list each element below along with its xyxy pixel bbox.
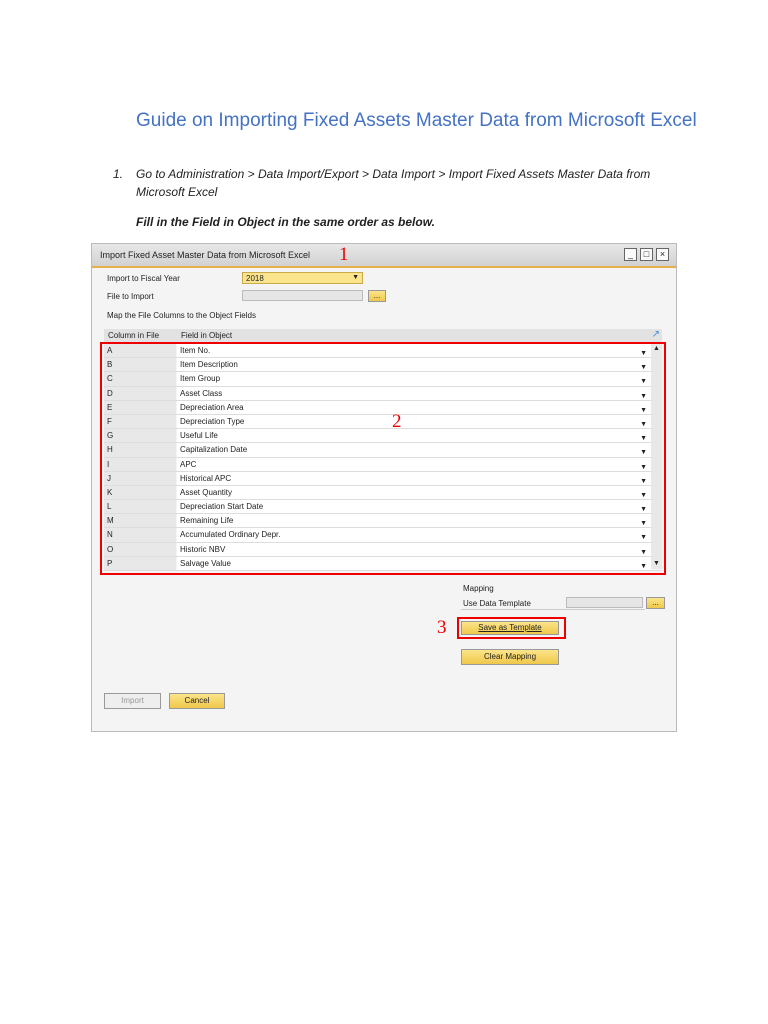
template-browse-button[interactable]: ... [646, 597, 665, 609]
field-header: Field in Object [181, 331, 233, 340]
browse-button[interactable]: ... [368, 290, 386, 302]
minimize-icon[interactable]: _ [624, 248, 637, 261]
cancel-button[interactable]: Cancel [169, 693, 225, 709]
instruction-note: Fill in the Field in Object in the same … [136, 215, 435, 229]
fiscal-year-select[interactable]: 2018 ▼ [242, 272, 363, 284]
import-window: Import Fixed Asset Master Data from Micr… [91, 243, 677, 732]
title-bar: Import Fixed Asset Master Data from Micr… [92, 244, 676, 268]
file-label: File to Import [107, 292, 154, 301]
step-number: 1. [113, 167, 124, 181]
clear-mapping-button[interactable]: Clear Mapping [461, 649, 559, 665]
expand-icon[interactable]: ↗ [652, 329, 660, 340]
file-input[interactable] [242, 290, 363, 301]
fiscal-year-label: Import to Fiscal Year [107, 274, 180, 283]
document-page: Guide on Importing Fixed Assets Master D… [0, 0, 768, 1024]
chevron-down-icon: ▼ [352, 274, 359, 281]
close-icon[interactable]: × [656, 248, 669, 261]
highlight-box-2 [100, 342, 666, 575]
window-title: Import Fixed Asset Master Data from Micr… [100, 250, 311, 260]
grid-header: Column in File Field in Object ↗ [104, 329, 662, 343]
import-button[interactable]: Import [104, 693, 161, 709]
map-label: Map the File Columns to the Object Field… [107, 311, 256, 320]
mapping-label: Mapping [463, 584, 494, 593]
step-text: Go to Administration > Data Import/Expor… [136, 167, 651, 199]
annotation-2: 2 [392, 411, 402, 432]
maximize-icon[interactable]: □ [640, 248, 653, 261]
fiscal-year-value: 2018 [246, 274, 264, 283]
use-template-label: Use Data Template [463, 599, 531, 608]
column-header: Column in File [108, 331, 160, 340]
annotation-3: 3 [437, 617, 447, 638]
doc-title: Guide on Importing Fixed Assets Master D… [136, 110, 697, 131]
template-input[interactable] [566, 597, 643, 608]
save-as-template-button[interactable]: Save as Template [461, 621, 559, 635]
annotation-1: 1 [339, 244, 349, 265]
